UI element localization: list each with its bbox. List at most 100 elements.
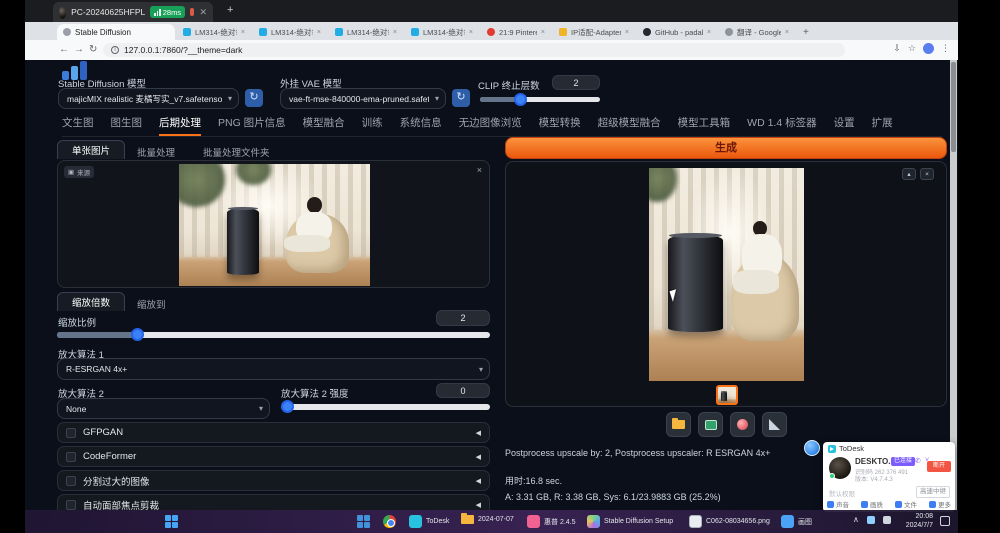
- browser-tab-pinterest[interactable]: 21:9 Pinterest×: [481, 24, 551, 40]
- taskbar-paint[interactable]: 画图: [781, 515, 812, 528]
- start-button[interactable]: [165, 515, 178, 528]
- taskbar-todesk[interactable]: ToDesk: [409, 515, 449, 528]
- sound-tool[interactable]: 声音: [827, 499, 849, 509]
- tab-wd14-tagger[interactable]: WD 1.4 标签器: [747, 115, 816, 130]
- relay-mode-button[interactable]: 高速中继: [916, 486, 950, 498]
- volume-icon[interactable]: [883, 516, 891, 524]
- browser-tab-bilibili-1[interactable]: LM314-绝对领域风格模型 - 哔哩哔×: [177, 24, 251, 40]
- taskbar-chrome[interactable]: [383, 515, 396, 528]
- tab-scale-to[interactable]: 缩放到: [137, 297, 166, 311]
- split-oversize-checkbox[interactable]: [66, 476, 76, 486]
- taskbar-app-pink[interactable]: 惠普 2.4.5: [527, 515, 576, 528]
- upscaler2-dropdown[interactable]: None ▾: [57, 398, 270, 419]
- address-bar[interactable]: i 127.0.0.1:7860/?__theme=dark: [103, 43, 845, 57]
- tab-batch-process[interactable]: 批量处理: [137, 145, 175, 159]
- gallery-thumbnail[interactable]: [716, 385, 738, 405]
- tab-png-info[interactable]: PNG 图片信息: [218, 115, 286, 130]
- tab-train[interactable]: 训练: [362, 115, 383, 130]
- reload-icon[interactable]: ↻: [89, 44, 97, 55]
- upscaler1-dropdown[interactable]: R-ESRGAN 4x+ ▾: [57, 358, 490, 380]
- tab-postprocess[interactable]: 后期处理: [159, 115, 201, 136]
- tab-batch-folder[interactable]: 批量处理文件夹: [203, 145, 270, 159]
- browser-tab-github[interactable]: GitHub - padaka/Studio×: [637, 24, 717, 40]
- tab-scale-by[interactable]: 缩放倍数: [57, 292, 125, 311]
- close-session-icon[interactable]: ✕: [199, 7, 207, 18]
- taskbar-sd-setup[interactable]: Stable Diffusion Setup: [587, 515, 673, 528]
- site-favicon: [559, 28, 567, 36]
- browser-tab-google[interactable]: 翻译 - Google 搜索×: [719, 24, 795, 40]
- resize-slider-handle[interactable]: [131, 328, 144, 341]
- taskbar-image-file[interactable]: C062-08034656.png: [689, 515, 770, 528]
- clip-skip-slider[interactable]: [480, 97, 600, 102]
- tab-model-converter[interactable]: 模型转换: [539, 115, 581, 130]
- upscaler2-visibility-slider-handle[interactable]: [281, 400, 294, 413]
- clip-skip-value[interactable]: 2: [552, 75, 600, 90]
- profile-avatar[interactable]: [923, 43, 934, 54]
- generate-button[interactable]: 生成: [505, 137, 947, 159]
- browser-menu-icon[interactable]: ⋮: [941, 43, 950, 54]
- forward-icon[interactable]: →: [74, 44, 84, 55]
- sd-model-dropdown[interactable]: majicMIX realistic 麦橘写实_v7.safetensors […: [58, 88, 239, 109]
- result-image[interactable]: [649, 168, 804, 381]
- browser-tab-bilibili-2[interactable]: LM314-绝对领域风格模型 - 哔哩哔×: [253, 24, 327, 40]
- gfpgan-checkbox[interactable]: [66, 428, 76, 438]
- tab-super-merger[interactable]: 超级模型融合: [598, 115, 661, 130]
- expand-image-button[interactable]: ▴: [902, 168, 916, 180]
- browser-tab-stable-diffusion[interactable]: Stable Diffusion: [57, 24, 175, 40]
- taskbar-widgets-button[interactable]: [357, 515, 370, 528]
- tab-extensions[interactable]: 扩展: [872, 115, 893, 130]
- tab-model-toolkit[interactable]: 模型工具箱: [678, 115, 731, 130]
- browser-tab-bilibili-4[interactable]: LM314-绝对领域风格模型 - 哔哩哔×: [405, 24, 479, 40]
- save-zip-button[interactable]: [730, 412, 755, 437]
- resize-value[interactable]: 2: [436, 310, 490, 326]
- more-tool[interactable]: 更多: [929, 499, 951, 509]
- site-info-icon[interactable]: i: [111, 46, 119, 54]
- upscaler2-visibility-slider[interactable]: [281, 404, 490, 410]
- codeformer-checkbox[interactable]: [66, 452, 76, 462]
- refresh-sd-model-button[interactable]: ↻: [245, 89, 263, 107]
- upscaler2-visibility-value[interactable]: 0: [436, 383, 490, 398]
- notification-center-icon[interactable]: [940, 516, 950, 526]
- tab-system-info[interactable]: 系统信息: [400, 115, 442, 130]
- browser-tab-ipadapter[interactable]: IP适配-Adapter 模型下载×: [553, 24, 635, 40]
- clear-source-image-icon[interactable]: ×: [477, 165, 482, 175]
- browser-tab-bilibili-3[interactable]: LM314-绝对领域风格模型 - 哔哩哔×: [329, 24, 403, 40]
- file-tool[interactable]: 文件: [895, 499, 917, 509]
- accordion-codeformer[interactable]: CodeFormer ◀: [57, 446, 490, 467]
- tab-settings[interactable]: 设置: [834, 115, 855, 130]
- taskbar-clock[interactable]: 20:08 2024/7/7: [893, 512, 933, 530]
- bookmark-star-icon[interactable]: ☆: [908, 43, 916, 54]
- remote-session-tab[interactable]: PC-20240625HFPL 28ms ✕: [53, 2, 213, 22]
- network-icon[interactable]: [867, 516, 875, 524]
- refresh-vae-button[interactable]: ↻: [452, 89, 470, 107]
- tab-infinite-browser[interactable]: 无边图像浏览: [459, 115, 522, 130]
- open-folder-button[interactable]: [666, 412, 691, 437]
- new-tab-button[interactable]: +: [803, 27, 809, 38]
- bilibili-favicon: [259, 28, 267, 36]
- tab-txt2img[interactable]: 文生图: [62, 115, 94, 130]
- close-image-button[interactable]: ×: [920, 168, 934, 180]
- save-image-button[interactable]: [698, 412, 723, 437]
- send-to-extras-button[interactable]: [762, 412, 787, 437]
- taskbar-folder[interactable]: 2024-07-07: [461, 515, 514, 524]
- accordion-gfpgan[interactable]: GFPGAN ◀: [57, 422, 490, 443]
- quality-tool[interactable]: 画质: [861, 499, 883, 509]
- resize-slider[interactable]: [57, 332, 490, 338]
- tab-single-image[interactable]: 单张图片: [57, 140, 125, 159]
- back-icon[interactable]: ←: [59, 44, 69, 55]
- source-image-preview[interactable]: [179, 164, 370, 286]
- download-icon[interactable]: ⇩: [893, 43, 901, 54]
- accordion-split-oversize[interactable]: 分割过大的图像 ◀: [57, 470, 490, 491]
- phone-icon[interactable]: ✆: [915, 457, 921, 465]
- todesk-float-button[interactable]: [804, 440, 820, 456]
- tab-img2img[interactable]: 图生图: [111, 115, 143, 130]
- source-image-dropzone[interactable]: ▣ 来源 ×: [57, 160, 490, 288]
- vae-dropdown[interactable]: vae-ft-mse-840000-ema-pruned.safetensors…: [280, 88, 446, 109]
- tray-caret-icon[interactable]: ∧: [853, 515, 859, 524]
- clip-skip-slider-handle[interactable]: [514, 93, 527, 106]
- accordion-auto-face-crop[interactable]: 自动面部焦点剪裁 ◀: [57, 494, 490, 510]
- disconnect-button[interactable]: 断开: [927, 461, 951, 472]
- auto-face-crop-checkbox[interactable]: [66, 500, 76, 510]
- new-session-button[interactable]: +: [227, 4, 233, 16]
- tab-checkpoint-merger[interactable]: 模型融合: [303, 115, 345, 130]
